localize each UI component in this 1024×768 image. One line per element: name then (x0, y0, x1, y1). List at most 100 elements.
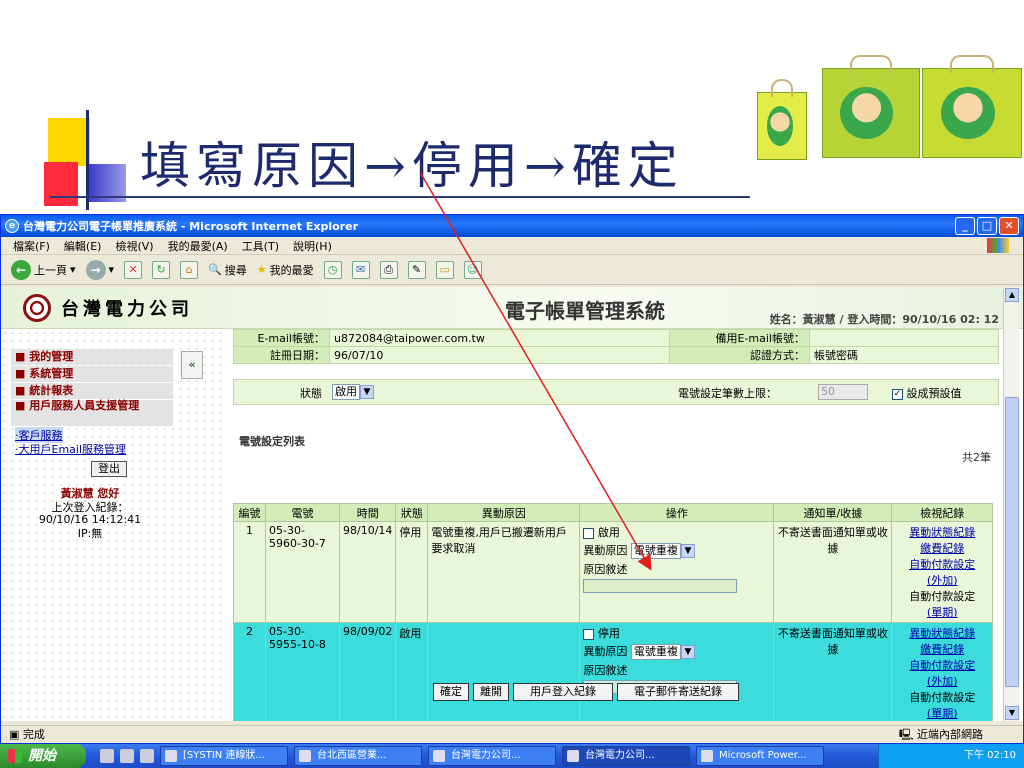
status-log-link[interactable]: 異動狀態紀錄 (895, 524, 989, 540)
email-value: u872084@taipower.com.tw (329, 329, 670, 347)
page-header: 台灣電力公司 電子帳單管理系統 姓名：黃淑慧 / 登入時間：90/10/16 0… (1, 287, 1023, 329)
nav-item-my-management[interactable]: ■ 我的管理 (11, 349, 173, 365)
start-button[interactable]: 開始 (0, 744, 86, 768)
system-tray-clock[interactable]: 下午 02:10 (878, 744, 1024, 768)
nav-item-system-management[interactable]: ■ 系統管理 (11, 366, 173, 382)
autopay-extra-note[interactable]: (外加) (895, 673, 989, 689)
status-bar: ▣ 完成 🖳 近端內部網路 (1, 725, 1023, 743)
chevron-down-icon[interactable]: ▼ (680, 544, 695, 558)
reason-select-label: 異動原因 (583, 645, 628, 658)
mail-icon[interactable]: ✉ (351, 260, 370, 279)
nav-link-email-service[interactable]: ·大用戶Email服務管理 (15, 441, 126, 457)
close-button[interactable]: ✕ (999, 217, 1019, 235)
leave-button[interactable]: 離開 (473, 683, 509, 701)
disable-checkbox[interactable]: 停用 (583, 625, 770, 641)
quick-launch (100, 749, 154, 763)
autopay-extra-link[interactable]: 自動付款設定 (895, 657, 989, 673)
col-header-no: 編號 (233, 503, 266, 522)
chevron-down-icon[interactable]: ▼ (680, 645, 695, 659)
scroll-up-icon[interactable]: ▲ (1005, 288, 1019, 302)
taskbar-item[interactable]: [SYSTIN 連線狀... (160, 746, 288, 766)
status-log-link[interactable]: 異動狀態紀錄 (895, 625, 989, 641)
home-icon[interactable]: ⌂ (180, 260, 199, 279)
taskbar-item[interactable]: Microsoft Power... (696, 746, 824, 766)
autopay-extra-link[interactable]: 自動付款設定 (895, 556, 989, 572)
collapse-nav-button[interactable]: « (181, 351, 203, 379)
nav-item-reports[interactable]: ■ 統計報表 (11, 383, 173, 399)
row-no: 1 (233, 521, 266, 623)
autopay-single-label: 自動付款設定 (909, 590, 976, 603)
account-info-table: E-mail帳號： u872084@taipower.com.tw 備用E-ma… (233, 329, 999, 364)
minimize-button[interactable]: _ (955, 217, 975, 235)
messenger-icon[interactable]: ☺ (463, 260, 482, 279)
menu-tools[interactable]: 工具(T) (242, 238, 279, 254)
row-status: 停用 (395, 521, 429, 623)
reason-desc-input[interactable] (583, 579, 738, 593)
email-label: E-mail帳號： (233, 329, 330, 347)
email-log-button[interactable]: 電子郵件寄送紀錄 (617, 683, 739, 701)
limit-label: 電號設定筆數上限： (678, 387, 777, 400)
search-label: 搜尋 (224, 263, 247, 277)
scroll-thumb[interactable] (1005, 397, 1019, 687)
autopay-single-link[interactable]: (單期) (895, 604, 989, 620)
reason-select-label: 異動原因 (583, 544, 628, 557)
refresh-icon[interactable]: ↻ (152, 260, 171, 279)
back-button[interactable]: ← 上一頁 ▾ (11, 259, 76, 280)
vertical-scrollbar[interactable]: ▲ ▼ (1003, 287, 1019, 721)
autopay-extra-note[interactable]: (外加) (895, 572, 989, 588)
history-icon[interactable]: ◷ (323, 260, 342, 279)
menu-file[interactable]: 檔案(F) (13, 238, 50, 254)
folder-icon[interactable]: ▭ (435, 260, 454, 279)
forward-button[interactable]: → ▾ (85, 259, 115, 280)
reason-select[interactable]: 電號重複 ▼ (630, 644, 695, 660)
col-header-time: 時間 (338, 503, 397, 522)
col-header-reason: 異動原因 (427, 503, 581, 522)
menu-view[interactable]: 檢視(V) (115, 238, 153, 254)
taskbar-item-active[interactable]: 台灣電力公司... (562, 746, 690, 766)
desktop-icon[interactable] (100, 749, 114, 763)
reason-desc-label: 原因敘述 (583, 563, 628, 576)
window-title: 台灣電力公司電子帳單推廣系統 - Microsoft Internet Expl… (23, 220, 358, 233)
company-name: 台灣電力公司 (61, 298, 193, 320)
enable-checkbox[interactable]: 啟用 (583, 524, 770, 540)
default-checkbox[interactable]: ✓ 設成預設值 (892, 385, 962, 401)
menu-help[interactable]: 說明(H) (293, 238, 332, 254)
edit-icon[interactable]: ✎ (407, 260, 426, 279)
ie-icon: e (5, 219, 19, 233)
row-account: 05-30-5955-10-8 (265, 622, 340, 721)
ie-icon[interactable] (120, 749, 134, 763)
checkbox-checked-icon: ✓ (892, 388, 903, 400)
search-button[interactable]: 🔍 搜尋 (208, 262, 247, 278)
reason-select[interactable]: 電號重複 ▼ (630, 543, 695, 559)
chevron-down-icon[interactable]: ▾ (70, 263, 76, 276)
taskbar-item[interactable]: 台灣電力公司... (428, 746, 556, 766)
menu-favorites[interactable]: 我的最愛(A) (168, 238, 228, 254)
status-select[interactable]: 啟用 ▼ (332, 384, 374, 400)
login-log-button[interactable]: 用戶登入紀錄 (513, 683, 613, 701)
chevron-down-icon[interactable]: ▾ (109, 263, 115, 276)
autopay-single-link[interactable]: (單期) (895, 705, 989, 721)
checkbox-icon (583, 628, 595, 640)
row-operation: 啟用 異動原因 電號重複 ▼ 原因敘述 (579, 521, 775, 623)
chevron-down-icon[interactable]: ▼ (360, 385, 374, 399)
confirm-button[interactable]: 確定 (433, 683, 469, 701)
ip-address: IP:無 (77, 527, 103, 540)
menu-edit[interactable]: 編輯(E) (64, 238, 102, 254)
logout-button[interactable]: 登出 (91, 461, 127, 477)
table-header-row: 編號 電號 時間 狀態 異動原因 操作 通知單/收據 檢視紀錄 (233, 503, 993, 522)
taskbar: 開始 [SYSTIN 連線狀... 台北西區營業... 台灣電力公司... 台灣… (0, 744, 1024, 768)
favorites-button[interactable]: ★ 我的最愛 (257, 262, 314, 278)
mascot-bag-image (922, 55, 1022, 158)
limit-input[interactable]: 50 (818, 384, 868, 400)
outlook-icon[interactable] (140, 749, 154, 763)
scroll-down-icon[interactable]: ▼ (1005, 706, 1019, 720)
stop-icon[interactable]: ✕ (124, 260, 143, 279)
maximize-button[interactable]: □ (977, 217, 997, 235)
taskbar-item[interactable]: 台北西區營業... (294, 746, 422, 766)
print-icon[interactable]: ⎙ (379, 260, 398, 279)
reg-date-value: 96/07/10 (329, 346, 670, 364)
window-titlebar[interactable]: e 台灣電力公司電子帳單推廣系統 - Microsoft Internet Ex… (1, 215, 1023, 237)
nav-item-staff-support[interactable]: ■ 用戶服務人員支援管理 (11, 400, 173, 426)
payment-log-link[interactable]: 繳費紀錄 (895, 641, 989, 657)
payment-log-link[interactable]: 繳費紀錄 (895, 540, 989, 556)
